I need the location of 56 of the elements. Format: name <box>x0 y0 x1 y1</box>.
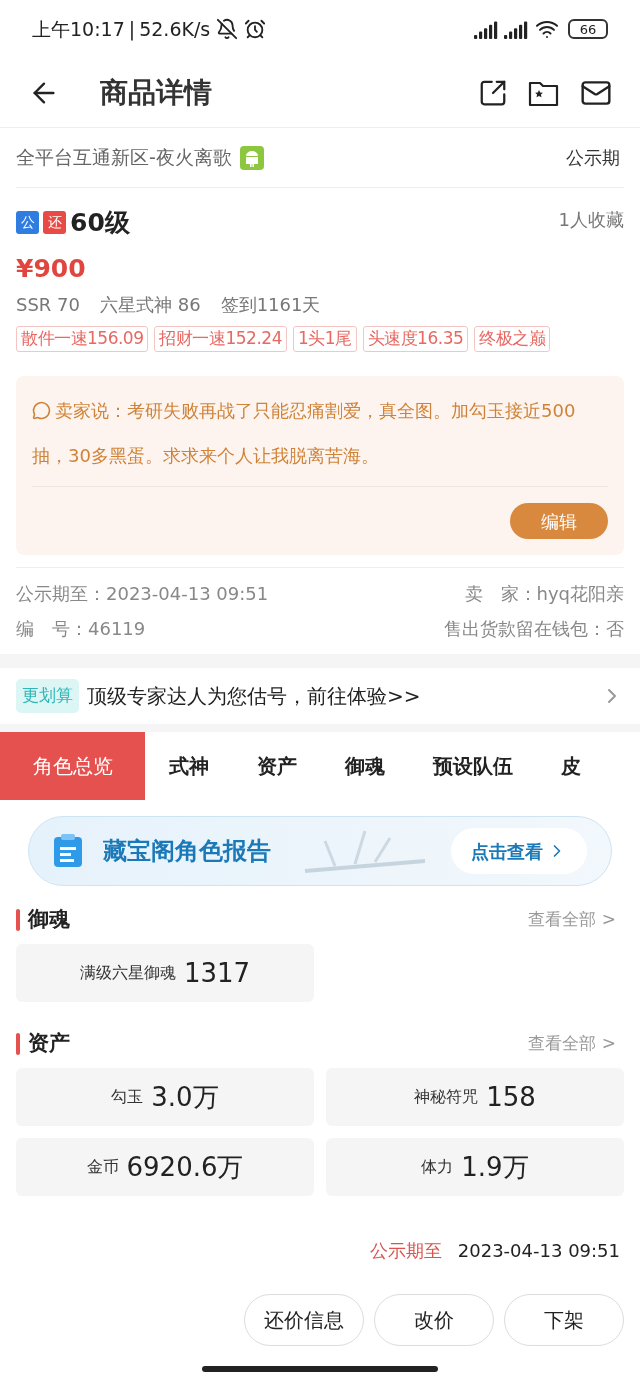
promo-text: 顶级专家达人为您估号，前往体验>> <box>87 683 421 710</box>
info-text: 公示期至：2023-04-13 09:51 <box>16 582 270 606</box>
banner-title: 藏宝阁角色报告 <box>103 836 271 867</box>
view-report-button[interactable]: 点击查看 <box>451 828 587 874</box>
tab[interactable]: 预设队伍 <box>409 732 537 800</box>
seller-note: 卖家说：考研失败再战了只能忍痛割爱，真全图。加勾玉接近500抽，30多黑蛋。求求来个人让我脱离苦海。 <box>32 399 577 468</box>
battery-icon: 66 <box>568 19 608 39</box>
stat-label: 神秘符咒 <box>414 1086 479 1108</box>
server-name: 全平台互通新区-夜火离歌 <box>16 145 232 171</box>
status-separator: | <box>128 16 136 43</box>
stat-value: 3.0万 <box>151 1080 219 1114</box>
stat-value: 158 <box>486 1080 536 1114</box>
info-text: 编 号：46119 <box>16 617 147 641</box>
price: ¥900 <box>16 252 87 285</box>
stat-text: SSR 70 <box>16 293 80 317</box>
stat-label: 勾玉 <box>111 1086 144 1108</box>
feature-tag: 散件一速156.09 <box>16 326 149 352</box>
info-text: 售出货款留在钱包：否 <box>443 617 624 641</box>
clipboard-icon <box>53 834 83 868</box>
status-label: 公示期 <box>566 146 620 170</box>
page-title: 商品详情 <box>100 74 212 111</box>
stat-value: 1.9万 <box>461 1150 529 1184</box>
stat-label: 满级六星御魂 <box>79 962 176 984</box>
report-banner[interactable]: 藏宝阁角色报告 点击查看 <box>28 816 612 886</box>
stat-label: 金币 <box>86 1156 119 1178</box>
section-title: 御魂 <box>28 906 70 934</box>
chat-icon <box>32 401 51 420</box>
network-speed: 52.6K/s <box>139 16 211 42</box>
tag-badge: 公 <box>16 211 39 235</box>
tab[interactable]: 御魂 <box>321 732 409 800</box>
tab[interactable]: 式神 <box>145 732 233 800</box>
status-time: 上午10:17 <box>32 16 125 42</box>
stat-text: 签到1161天 <box>220 293 321 317</box>
stat-value: 1317 <box>183 956 251 990</box>
feature-tag: 招财一速152.24 <box>154 326 287 352</box>
feature-tag: 终极之巅 <box>474 326 551 352</box>
deadline-label: 公示期至 <box>369 1238 442 1263</box>
feature-tag: 1头1尾 <box>292 326 357 352</box>
mute-icon <box>216 18 239 40</box>
info-text: 卖 家：hyq花阳亲 <box>463 582 624 606</box>
level-text: 60级 <box>70 207 130 239</box>
stat-label: 体力 <box>421 1156 454 1178</box>
tab[interactable]: 资产 <box>233 732 321 800</box>
android-icon <box>239 145 264 170</box>
favorite-count: 1人收藏 <box>558 208 624 232</box>
stat-value: 6920.6万 <box>126 1150 244 1184</box>
feature-tag: 头速度16.35 <box>362 326 469 352</box>
section-title: 资产 <box>28 1030 70 1058</box>
promo-row[interactable]: 更划算 顶级专家达人为您估号，前往体验>> <box>0 668 640 724</box>
tag-badge: 还 <box>43 211 66 235</box>
stat-text: 六星式神 86 <box>100 293 201 317</box>
alarm-icon <box>244 18 267 40</box>
tab[interactable]: 皮 <box>537 732 605 800</box>
promo-badge: 更划算 <box>16 679 79 713</box>
deadline-time: 2023-04-13 09:51 <box>457 1238 620 1263</box>
tab[interactable]: 角色总览 <box>0 732 145 800</box>
